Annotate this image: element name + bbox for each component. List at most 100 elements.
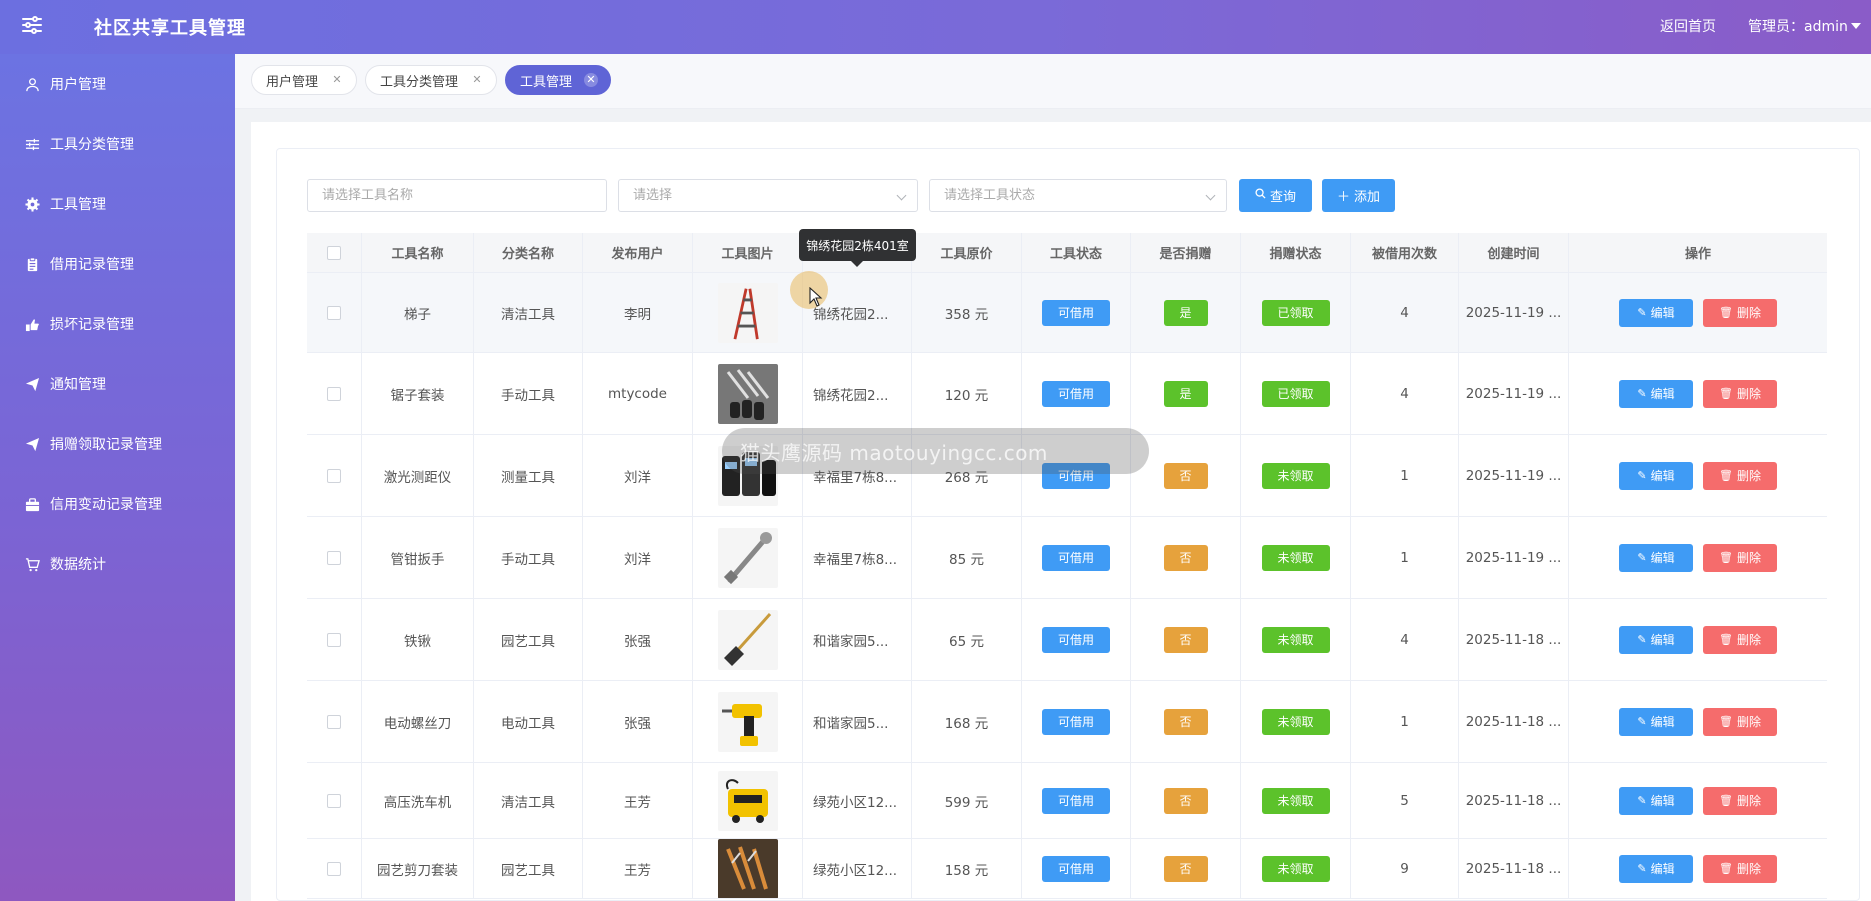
drill-image[interactable] — [717, 691, 778, 752]
search-icon — [1255, 188, 1266, 203]
table-row: 管钳扳手 手动工具 刘洋 幸福里7栋8... 85 元可借用 否 未领取 1 2025-11-1… — [307, 517, 1827, 599]
price-cell: 158 元 — [912, 839, 1022, 898]
sidebar-item-notifications[interactable]: 通知管理 — [0, 354, 235, 414]
sidebar-item-label: 捐赠领取记录管理 — [50, 437, 162, 453]
sidebar: 用户管理 工具分类管理 工具管理 借用记录管理 损坏记录管理 通知管理 捐赠领取… — [0, 54, 235, 901]
delete-button[interactable]: 🗑 删除 — [1703, 298, 1777, 327]
row-checkbox[interactable] — [327, 305, 341, 320]
address-tooltip: 锦绣花园2栋401室 — [799, 229, 916, 267]
tab-tool-management[interactable]: 工具管理 ✕ — [505, 65, 612, 95]
table-row: 高压洗车机 清洁工具 王芳 绿苑小区12... 599 元可借用 否 未领取 5 2025-11… — [307, 763, 1827, 839]
address-cell: 幸福里7栋8... — [803, 517, 912, 598]
sidebar-item-credit-records[interactable]: 信用变动记录管理 — [0, 474, 235, 534]
saw-set-image[interactable] — [717, 363, 778, 424]
sidebar-item-damage-records[interactable]: 损坏记录管理 — [0, 294, 235, 354]
price-cell: 599 元 — [912, 763, 1022, 838]
row-checkbox[interactable] — [327, 861, 341, 876]
borrow-count-cell: 5 — [1351, 763, 1459, 838]
row-checkbox[interactable] — [327, 793, 341, 808]
close-icon[interactable]: ✕ — [470, 73, 484, 87]
row-select-cell — [307, 839, 362, 898]
tool-name-input[interactable]: 请选择工具名称 — [307, 179, 607, 212]
borrow-count-cell: 1 — [1351, 517, 1459, 598]
sidebar-item-borrow-records[interactable]: 借用记录管理 — [0, 234, 235, 294]
close-icon[interactable]: ✕ — [330, 73, 344, 87]
shears-image[interactable] — [717, 839, 778, 898]
tool-name-cell: 园艺剪刀套装 — [362, 839, 474, 898]
donation-status-cell: 未领取 — [1241, 763, 1351, 838]
sidebar-item-tools[interactable]: 工具管理 — [0, 174, 235, 234]
row-checkbox[interactable] — [327, 714, 341, 729]
wrench-image[interactable] — [717, 527, 778, 588]
image-cell — [693, 599, 803, 680]
category-cell: 电动工具 — [474, 681, 583, 762]
row-checkbox[interactable] — [327, 550, 341, 565]
row-checkbox[interactable] — [327, 386, 341, 401]
select-all-checkbox[interactable] — [327, 245, 341, 260]
donated-tag: 否 — [1163, 708, 1208, 735]
delete-button[interactable]: 🗑 删除 — [1703, 625, 1777, 654]
image-cell — [693, 681, 803, 762]
tab-user-management[interactable]: 用户管理 ✕ — [251, 65, 358, 95]
tab-label: 工具管理 — [520, 74, 573, 90]
donated-tag: 是 — [1163, 380, 1208, 407]
edit-button[interactable]: ✎ 编辑 — [1619, 854, 1693, 883]
edit-button[interactable]: ✎ 编辑 — [1619, 379, 1693, 408]
created-time-cell: 2025-11-18 ... — [1459, 839, 1569, 898]
row-select-cell — [307, 681, 362, 762]
edit-button[interactable]: ✎ 编辑 — [1619, 707, 1693, 736]
row-checkbox[interactable] — [327, 632, 341, 647]
sidebar-item-users[interactable]: 用户管理 — [0, 54, 235, 114]
sidebar-item-statistics[interactable]: 数据统计 — [0, 534, 235, 594]
user-cell: mtycode — [583, 353, 693, 434]
delete-button[interactable]: 🗑 删除 — [1703, 707, 1777, 736]
edit-button[interactable]: ✎ 编辑 — [1619, 625, 1693, 654]
shovel-image[interactable] — [717, 609, 778, 670]
tab-tool-categories[interactable]: 工具分类管理 ✕ — [365, 65, 498, 95]
user-cell: 刘洋 — [583, 517, 693, 598]
delete-button[interactable]: 🗑 删除 — [1703, 379, 1777, 408]
address-cell: 绿苑小区12... — [803, 839, 912, 898]
status-tag: 可借用 — [1042, 787, 1110, 814]
borrow-count-cell: 4 — [1351, 273, 1459, 352]
admin-label: 管理员：admin — [1748, 19, 1848, 35]
watermark: 猫头鹰源码 maotouyingcc.com — [722, 428, 1149, 474]
edit-button[interactable]: ✎ 编辑 — [1619, 461, 1693, 490]
sidebar-item-label: 用户管理 — [50, 77, 106, 93]
edit-icon: ✎ — [1637, 469, 1647, 482]
header-cell: 工具原价 — [912, 233, 1022, 272]
admin-menu[interactable]: 管理员：admin — [1748, 16, 1861, 36]
washer-image[interactable] — [717, 770, 778, 831]
donated-cell: 否 — [1131, 681, 1241, 762]
edit-icon: ✎ — [1637, 551, 1647, 564]
sidebar-item-donation-records[interactable]: 捐赠领取记录管理 — [0, 414, 235, 474]
sidebar-item-label: 损坏记录管理 — [50, 317, 134, 333]
delete-button[interactable]: 🗑 删除 — [1703, 543, 1777, 572]
menu-toggle-icon[interactable] — [20, 13, 44, 37]
edit-button[interactable]: ✎ 编辑 — [1619, 786, 1693, 815]
close-icon[interactable]: ✕ — [584, 73, 599, 87]
ladder-image[interactable] — [717, 282, 778, 343]
query-button[interactable]: 查询 — [1239, 179, 1312, 212]
trash-icon: 🗑 — [1719, 862, 1733, 875]
category-select[interactable]: 请选择 — [618, 179, 918, 212]
edit-button[interactable]: ✎ 编辑 — [1619, 543, 1693, 572]
delete-button[interactable]: 🗑 删除 — [1703, 854, 1777, 883]
table-row: 电动螺丝刀 电动工具 张强 和谐家园5... 168 元可借用 否 未领取 1 2025-11-… — [307, 681, 1827, 763]
status-cell: 可借用 — [1022, 517, 1131, 598]
created-time-cell: 2025-11-18 ... — [1459, 763, 1569, 838]
trash-icon: 🗑 — [1719, 794, 1733, 807]
mouse-cursor-icon — [809, 287, 823, 307]
delete-button[interactable]: 🗑 删除 — [1703, 461, 1777, 490]
add-button[interactable]: ＋ 添加 — [1322, 179, 1395, 212]
donation-status-cell: 未领取 — [1241, 839, 1351, 898]
delete-button[interactable]: 🗑 删除 — [1703, 786, 1777, 815]
status-select[interactable]: 请选择工具状态 — [929, 179, 1227, 212]
status-tag: 可借用 — [1042, 299, 1110, 326]
home-link[interactable]: 返回首页 — [1660, 16, 1716, 36]
sidebar-item-tool-categories[interactable]: 工具分类管理 — [0, 114, 235, 174]
row-checkbox[interactable] — [327, 468, 341, 483]
row-select-cell — [307, 435, 362, 516]
edit-button[interactable]: ✎ 编辑 — [1619, 298, 1693, 327]
edit-label: 编辑 — [1650, 862, 1675, 876]
